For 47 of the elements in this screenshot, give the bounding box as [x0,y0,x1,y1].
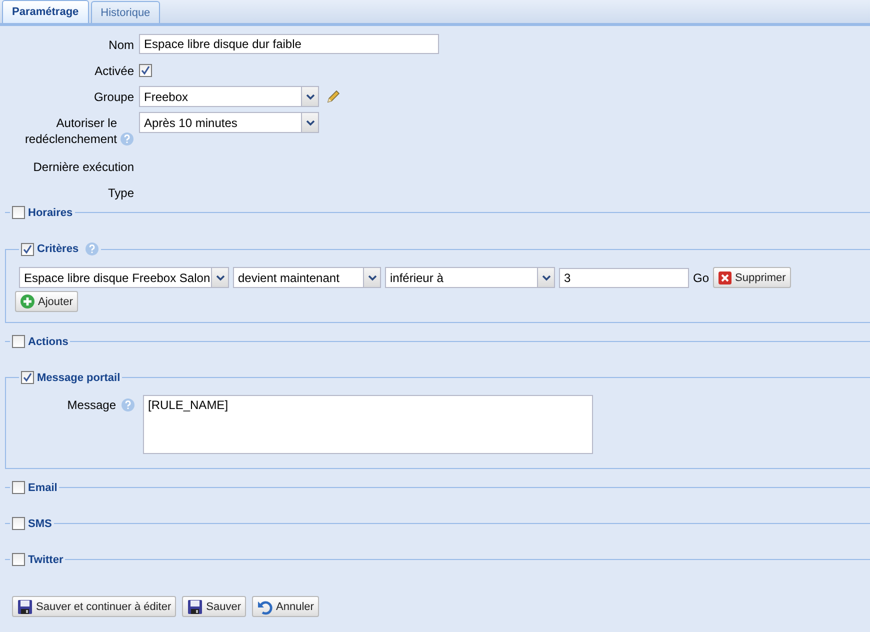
field-label: Type [108,184,134,200]
close-icon [718,270,732,284]
tab[interactable]: Paramétrage [2,0,89,23]
name-field[interactable]: Espace libre disque dur faible [139,34,439,54]
section-checkbox[interactable] [12,206,25,219]
section-checkbox[interactable] [12,517,25,530]
field-label: Nom [108,37,134,53]
select-field[interactable]: Espace libre disque Freebox Salon [19,267,229,288]
value-field[interactable]: 3 [559,268,689,288]
plus-icon [20,294,35,309]
cancel-button[interactable]: Annuler [252,596,319,617]
save-button[interactable]: Sauver [182,596,246,617]
undo-icon [257,598,273,614]
section-checkbox[interactable] [21,371,34,384]
section-title: Critères [37,243,79,255]
section-checkbox[interactable] [12,553,25,566]
field-label: Dernière exécution [33,158,134,174]
pencil-icon[interactable] [325,88,341,104]
checkbox[interactable] [139,64,152,77]
select-field[interactable]: Après 10 minutes [139,112,319,133]
section-title: SMS [28,518,52,530]
section-checkbox[interactable] [21,242,34,256]
select-field[interactable]: devient maintenant [233,267,381,288]
field-label: Groupe [94,89,134,105]
section-title: Horaires [28,206,73,218]
field-label: Activée [94,63,134,79]
delete-button[interactable]: Supprimer [713,267,791,288]
section-title: Actions [28,336,68,348]
field-label: Message [67,398,116,412]
select-field[interactable]: Freebox [139,86,319,107]
chevron-down-icon [542,274,550,280]
section-title: Twitter [28,554,64,566]
go-label: Go [693,270,710,284]
chevron-down-icon [216,274,224,280]
section-title: Message portail [37,372,120,384]
select-field[interactable]: inférieur à [385,267,555,288]
section-checkbox[interactable] [12,481,25,494]
chevron-down-icon [306,120,314,126]
add-button[interactable]: Ajouter [15,291,78,312]
section-title: Email [28,482,58,494]
chevron-down-icon [306,94,314,100]
message-field[interactable]: [RULE_NAME] [143,395,593,454]
tab[interactable]: Historique [90,1,160,23]
chevron-down-icon [368,274,376,280]
save-button[interactable]: Sauver et continuer à éditer [12,596,176,617]
field-label: Autoriser le redéclenchement [24,115,117,147]
section-checkbox[interactable] [12,335,25,348]
